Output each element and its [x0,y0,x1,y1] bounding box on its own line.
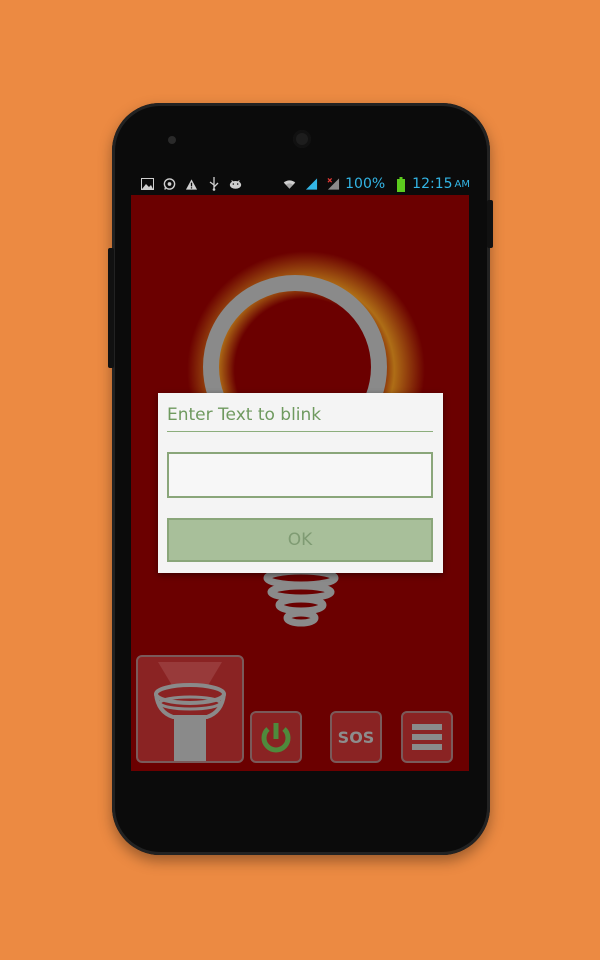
blink-text-input[interactable] [167,452,433,498]
clock-ampm: AM [454,178,470,190]
flashlight-icon [154,662,226,761]
sos-label: SOS [337,727,375,747]
front-camera [293,130,311,148]
signal-no-data-icon [327,178,340,191]
power-button[interactable] [250,711,302,763]
proximity-sensor [168,136,176,144]
flashlight-button[interactable] [136,655,244,763]
controls-bar: SOS [131,650,469,771]
wifi-icon [283,178,296,191]
dialog-divider [167,431,433,432]
power-icon [261,723,291,753]
dialog-title: Enter Text to blink [167,405,322,425]
android-icon [229,178,242,191]
menu-icon [412,724,442,750]
battery-icon [394,176,407,192]
whatsapp-icon [163,178,176,191]
warning-icon [185,178,198,191]
menu-button[interactable] [401,711,453,763]
signal-icon [305,178,318,191]
bulb-coil-icon [263,570,339,627]
volume-button[interactable] [108,248,114,368]
gallery-icon [141,178,154,191]
battery-percent: 100% [345,176,386,192]
usb-icon [207,177,220,191]
status-bar: 100% 12:15 AM [132,173,470,195]
ok-button[interactable]: OK [167,518,433,562]
clock-time: 12:15 [412,176,453,192]
blink-text-dialog: Enter Text to blink OK [158,393,443,573]
sos-button[interactable]: SOS [330,711,382,763]
power-side-button[interactable] [487,200,493,248]
